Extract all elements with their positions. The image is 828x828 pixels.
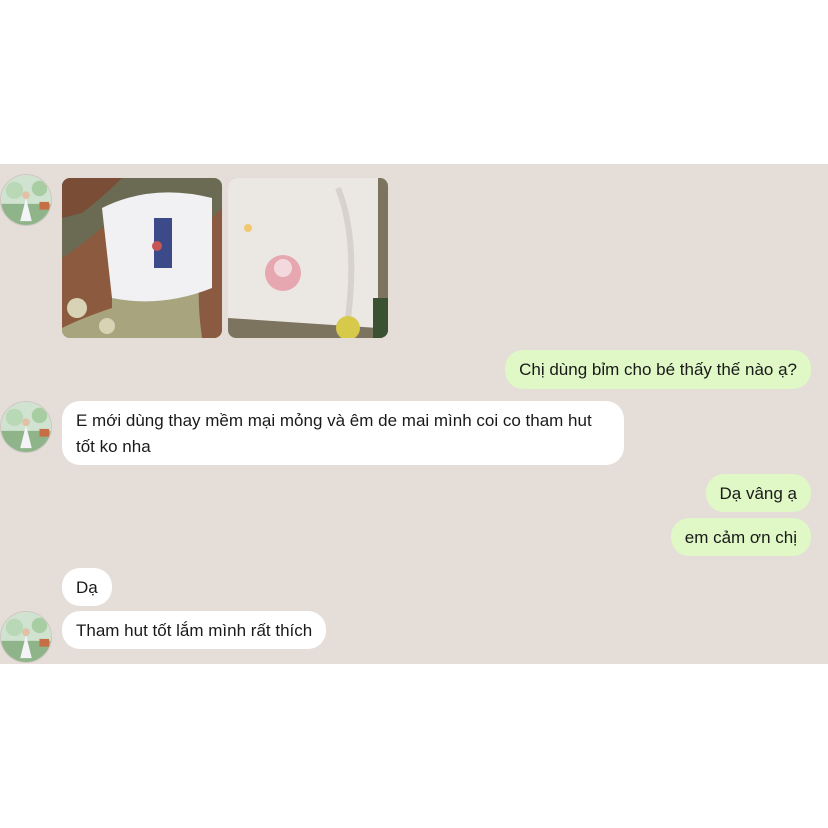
incoming-message[interactable]: E mới dùng thay mềm mại mỏng và êm de ma… [62, 401, 624, 465]
contact-avatar[interactable] [0, 174, 52, 226]
chat-thread: Chị dùng bỉm cho bé thấy thế nào ạ? E mớ… [0, 164, 828, 664]
contact-avatar[interactable] [0, 611, 52, 663]
outgoing-message[interactable]: em cảm ơn chị [670, 518, 811, 556]
baby-diaper-photo[interactable] [62, 178, 222, 338]
incoming-message[interactable]: Dạ [62, 568, 112, 606]
contact-avatar[interactable] [0, 401, 52, 453]
diaper-pack-photo[interactable] [228, 178, 388, 338]
outgoing-message[interactable]: Dạ vâng ạ [705, 474, 811, 512]
incoming-message[interactable]: Tham hut tốt lắm mình rất thích [62, 611, 327, 649]
outgoing-message[interactable]: Chị dùng bỉm cho bé thấy thế nào ạ? [505, 350, 811, 389]
